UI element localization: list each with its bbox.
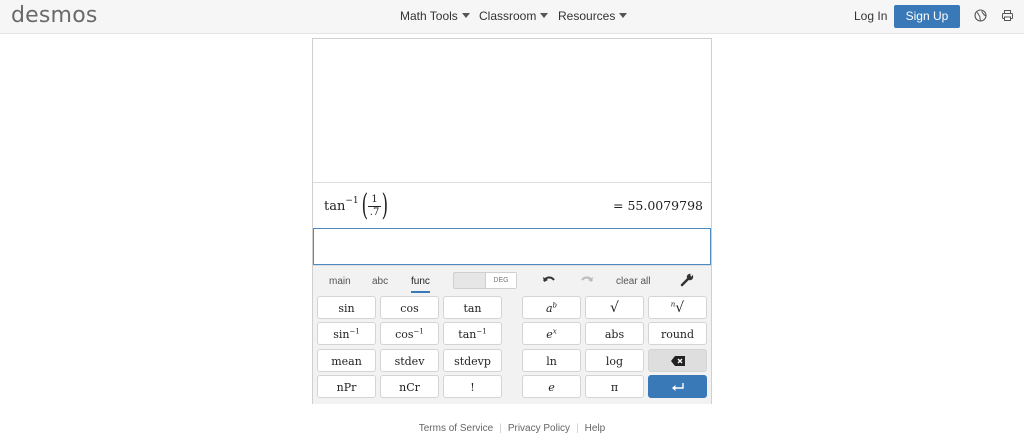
key-sup: −1 <box>413 327 424 336</box>
key-npr[interactable]: nPr <box>317 375 376 398</box>
footer-terms-link[interactable]: Terms of Service <box>419 423 493 434</box>
desmos-logo[interactable]: desmos <box>11 3 98 28</box>
tab-main[interactable]: main <box>329 276 351 287</box>
key-mean[interactable]: mean <box>317 349 376 372</box>
printer-icon[interactable] <box>1001 9 1014 22</box>
nav-resources[interactable]: Resources <box>558 9 628 23</box>
key-label: √ <box>675 300 685 316</box>
nav-classroom[interactable]: Classroom <box>479 9 549 23</box>
wrench-icon[interactable] <box>679 272 695 288</box>
caret-down-icon <box>461 13 470 18</box>
key-cos[interactable]: cos <box>380 296 439 319</box>
expr-fraction: 1 .7 <box>368 194 381 219</box>
key-round[interactable]: round <box>648 322 707 345</box>
enter-icon <box>671 383 684 391</box>
key-ncr[interactable]: nCr <box>380 375 439 398</box>
keypad: main abc func DEG clear all sin cos tan … <box>313 265 711 404</box>
nav-math-tools[interactable]: Math Tools <box>400 9 470 23</box>
key-sup: −1 <box>476 327 487 336</box>
key-sup: x <box>552 327 557 336</box>
fraction-denominator: .7 <box>369 206 380 218</box>
key-sin[interactable]: sin <box>317 296 376 319</box>
key-label: sin <box>333 328 350 341</box>
key-sqrt[interactable]: √ <box>585 296 644 319</box>
key-label: tan <box>458 328 477 341</box>
key-power[interactable]: ab <box>522 296 581 319</box>
globe-icon[interactable] <box>974 9 987 22</box>
key-stdev[interactable]: stdev <box>380 349 439 372</box>
tab-func[interactable]: func <box>411 276 430 293</box>
key-pi[interactable]: π <box>585 375 644 398</box>
caret-down-icon <box>619 13 628 18</box>
key-arccos[interactable]: cos−1 <box>380 322 439 345</box>
key-arcsin[interactable]: sin−1 <box>317 322 376 345</box>
backspace-key[interactable] <box>648 349 707 372</box>
history-result: = 55.0079798 <box>613 198 703 213</box>
key-tan[interactable]: tan <box>443 296 502 319</box>
key-exp[interactable]: ex <box>522 322 581 345</box>
footer-divider: | <box>576 423 579 434</box>
nav-label: Classroom <box>479 9 537 23</box>
expr-inverse-sup: −1 <box>345 196 359 206</box>
fraction-numerator: 1 <box>368 194 381 207</box>
key-stdevp[interactable]: stdevp <box>443 349 502 372</box>
history-entry[interactable]: tan −1 ( 1 .7 ) = 55.0079798 <box>313 183 711 227</box>
key-log[interactable]: log <box>585 349 644 372</box>
expr-function: tan <box>324 198 346 214</box>
footer-divider: | <box>499 423 502 434</box>
signup-button[interactable]: Sign Up <box>894 5 960 28</box>
history-expression: tan −1 ( 1 .7 ) <box>324 191 390 221</box>
right-paren: ) <box>381 188 388 223</box>
clear-all-button[interactable]: clear all <box>616 276 650 287</box>
angle-mode-label: DEG <box>485 273 516 288</box>
login-link[interactable]: Log In <box>854 9 887 23</box>
calculator-panel: tan −1 ( 1 .7 ) = 55.0079798 main abc fun… <box>312 38 712 404</box>
footer-help-link[interactable]: Help <box>585 423 606 434</box>
undo-icon[interactable] <box>541 272 557 288</box>
footer-privacy-link[interactable]: Privacy Policy <box>508 423 570 434</box>
key-sup: b <box>552 301 558 310</box>
key-label: cos <box>395 328 414 341</box>
expression-input[interactable] <box>313 228 711 265</box>
key-sup: −1 <box>349 327 360 336</box>
backspace-icon <box>670 356 685 366</box>
history-area <box>313 39 711 183</box>
key-e[interactable]: e <box>522 375 581 398</box>
key-factorial[interactable]: ! <box>443 375 502 398</box>
nav-label: Math Tools <box>400 9 458 23</box>
key-ln[interactable]: ln <box>522 349 581 372</box>
left-paren: ( <box>361 188 368 223</box>
tab-abc[interactable]: abc <box>372 276 388 287</box>
footer: Terms of Service | Privacy Policy | Help <box>0 423 1024 434</box>
top-header: desmos Math Tools Classroom Resources Lo… <box>0 0 1024 34</box>
key-nthroot[interactable]: n√ <box>648 296 707 319</box>
nav-label: Resources <box>558 9 616 23</box>
redo-icon[interactable] <box>579 272 595 288</box>
enter-key[interactable] <box>648 375 707 398</box>
key-abs[interactable]: abs <box>585 322 644 345</box>
key-arctan[interactable]: tan−1 <box>443 322 502 345</box>
caret-down-icon <box>540 13 549 18</box>
angle-mode-toggle[interactable]: DEG <box>453 272 517 289</box>
